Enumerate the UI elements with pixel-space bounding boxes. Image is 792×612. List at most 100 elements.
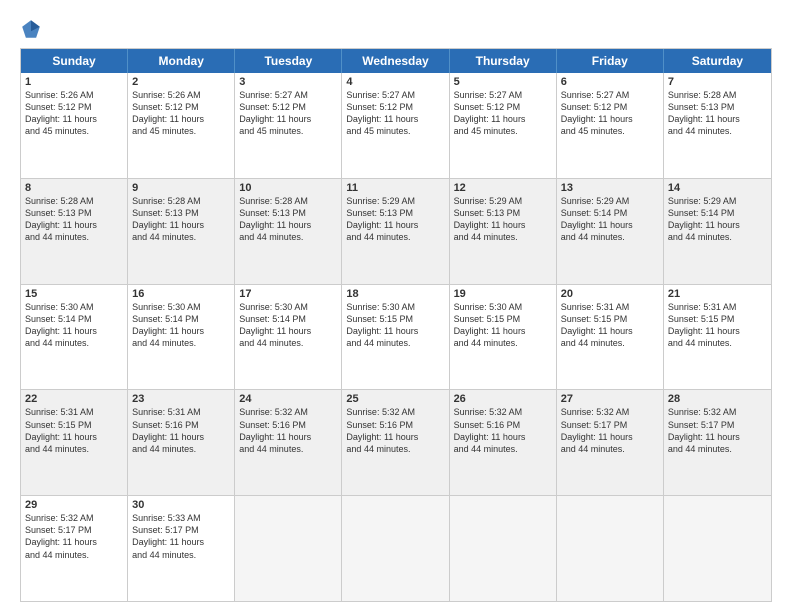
cell-2-3: 18 Sunrise: 5:30 AM Sunset: 5:15 PM Dayli…: [342, 285, 449, 390]
day-number: 20: [561, 288, 659, 300]
cell-3-2: 24 Sunrise: 5:32 AM Sunset: 5:16 PM Dayli…: [235, 390, 342, 495]
day-number: 24: [239, 393, 337, 405]
day-number: 23: [132, 393, 230, 405]
cell-3-1: 23 Sunrise: 5:31 AM Sunset: 5:16 PM Dayli…: [128, 390, 235, 495]
cell-0-2: 3 Sunrise: 5:27 AM Sunset: 5:12 PM Daylig…: [235, 73, 342, 178]
day-info: Sunrise: 5:27 AM Sunset: 5:12 PM Dayligh…: [346, 90, 418, 136]
calendar-header: Sunday Monday Tuesday Wednesday Thursday…: [21, 49, 771, 73]
day-info: Sunrise: 5:33 AM Sunset: 5:17 PM Dayligh…: [132, 513, 204, 559]
day-number: 25: [346, 393, 444, 405]
day-number: 5: [454, 76, 552, 88]
header-tuesday: Tuesday: [235, 49, 342, 73]
cell-2-5: 20 Sunrise: 5:31 AM Sunset: 5:15 PM Dayli…: [557, 285, 664, 390]
day-number: 18: [346, 288, 444, 300]
day-info: Sunrise: 5:30 AM Sunset: 5:14 PM Dayligh…: [25, 302, 97, 348]
day-info: Sunrise: 5:32 AM Sunset: 5:17 PM Dayligh…: [561, 407, 633, 453]
day-info: Sunrise: 5:31 AM Sunset: 5:15 PM Dayligh…: [561, 302, 633, 348]
logo: [20, 18, 46, 40]
day-number: 6: [561, 76, 659, 88]
cell-4-5: [557, 496, 664, 601]
cell-2-2: 17Sunrise: 5:30 AM Sunset: 5:14 PM Dayli…: [235, 285, 342, 390]
cell-1-5: 13Sunrise: 5:29 AM Sunset: 5:14 PM Dayli…: [557, 179, 664, 284]
cell-2-6: 21 Sunrise: 5:31 AM Sunset: 5:15 PM Dayli…: [664, 285, 771, 390]
day-number: 26: [454, 393, 552, 405]
cell-0-3: 4 Sunrise: 5:27 AM Sunset: 5:12 PM Daylig…: [342, 73, 449, 178]
cell-0-1: 2 Sunrise: 5:26 AM Sunset: 5:12 PM Daylig…: [128, 73, 235, 178]
day-info: Sunrise: 5:28 AM Sunset: 5:13 PM Dayligh…: [25, 196, 97, 242]
day-info: Sunrise: 5:29 AM Sunset: 5:13 PM Dayligh…: [454, 196, 526, 242]
day-info: Sunrise: 5:31 AM Sunset: 5:16 PM Dayligh…: [132, 407, 204, 453]
cell-4-6: [664, 496, 771, 601]
cell-3-5: 27Sunrise: 5:32 AM Sunset: 5:17 PM Dayli…: [557, 390, 664, 495]
day-info: Sunrise: 5:32 AM Sunset: 5:16 PM Dayligh…: [454, 407, 526, 453]
day-number: 13: [561, 182, 659, 194]
calendar-row-2: 15 Sunrise: 5:30 AM Sunset: 5:14 PM Dayli…: [21, 284, 771, 390]
cell-4-0: 29 Sunrise: 5:32 AM Sunset: 5:17 PM Dayli…: [21, 496, 128, 601]
day-number: 14: [668, 182, 767, 194]
cell-1-6: 14Sunrise: 5:29 AM Sunset: 5:14 PM Dayli…: [664, 179, 771, 284]
header-wednesday: Wednesday: [342, 49, 449, 73]
day-info: Sunrise: 5:29 AM Sunset: 5:13 PM Dayligh…: [346, 196, 418, 242]
day-number: 21: [668, 288, 767, 300]
logo-icon: [20, 18, 42, 40]
cell-0-0: 1 Sunrise: 5:26 AM Sunset: 5:12 PM Daylig…: [21, 73, 128, 178]
day-info: Sunrise: 5:28 AM Sunset: 5:13 PM Dayligh…: [239, 196, 311, 242]
day-info: Sunrise: 5:30 AM Sunset: 5:15 PM Dayligh…: [454, 302, 526, 348]
day-info: Sunrise: 5:31 AM Sunset: 5:15 PM Dayligh…: [25, 407, 97, 453]
day-number: 15: [25, 288, 123, 300]
day-number: 2: [132, 76, 230, 88]
header-thursday: Thursday: [450, 49, 557, 73]
header: [20, 18, 772, 40]
cell-2-1: 16Sunrise: 5:30 AM Sunset: 5:14 PM Dayli…: [128, 285, 235, 390]
day-info: Sunrise: 5:26 AM Sunset: 5:12 PM Dayligh…: [25, 90, 97, 136]
calendar-body: 1 Sunrise: 5:26 AM Sunset: 5:12 PM Daylig…: [21, 73, 771, 601]
day-number: 1: [25, 76, 123, 88]
header-sunday: Sunday: [21, 49, 128, 73]
cell-3-4: 26 Sunrise: 5:32 AM Sunset: 5:16 PM Dayli…: [450, 390, 557, 495]
header-monday: Monday: [128, 49, 235, 73]
cell-3-0: 22 Sunrise: 5:31 AM Sunset: 5:15 PM Dayli…: [21, 390, 128, 495]
day-number: 9: [132, 182, 230, 194]
cell-4-2: [235, 496, 342, 601]
cell-1-4: 12Sunrise: 5:29 AM Sunset: 5:13 PM Dayli…: [450, 179, 557, 284]
day-number: 8: [25, 182, 123, 194]
day-info: Sunrise: 5:30 AM Sunset: 5:15 PM Dayligh…: [346, 302, 418, 348]
day-info: Sunrise: 5:27 AM Sunset: 5:12 PM Dayligh…: [561, 90, 633, 136]
day-info: Sunrise: 5:27 AM Sunset: 5:12 PM Dayligh…: [454, 90, 526, 136]
day-number: 29: [25, 499, 123, 511]
calendar-row-4: 29 Sunrise: 5:32 AM Sunset: 5:17 PM Dayli…: [21, 495, 771, 601]
calendar-row-0: 1 Sunrise: 5:26 AM Sunset: 5:12 PM Daylig…: [21, 73, 771, 178]
day-info: Sunrise: 5:28 AM Sunset: 5:13 PM Dayligh…: [132, 196, 204, 242]
page: Sunday Monday Tuesday Wednesday Thursday…: [0, 0, 792, 612]
day-info: Sunrise: 5:27 AM Sunset: 5:12 PM Dayligh…: [239, 90, 311, 136]
day-number: 3: [239, 76, 337, 88]
day-info: Sunrise: 5:32 AM Sunset: 5:16 PM Dayligh…: [239, 407, 311, 453]
cell-4-3: [342, 496, 449, 601]
day-number: 4: [346, 76, 444, 88]
header-friday: Friday: [557, 49, 664, 73]
cell-2-4: 19 Sunrise: 5:30 AM Sunset: 5:15 PM Dayli…: [450, 285, 557, 390]
day-number: 11: [346, 182, 444, 194]
calendar-row-1: 8 Sunrise: 5:28 AM Sunset: 5:13 PM Daylig…: [21, 178, 771, 284]
day-number: 22: [25, 393, 123, 405]
day-info: Sunrise: 5:31 AM Sunset: 5:15 PM Dayligh…: [668, 302, 740, 348]
cell-4-4: [450, 496, 557, 601]
day-info: Sunrise: 5:32 AM Sunset: 5:16 PM Dayligh…: [346, 407, 418, 453]
calendar: Sunday Monday Tuesday Wednesday Thursday…: [20, 48, 772, 602]
day-info: Sunrise: 5:30 AM Sunset: 5:14 PM Dayligh…: [132, 302, 204, 348]
day-number: 19: [454, 288, 552, 300]
day-info: Sunrise: 5:26 AM Sunset: 5:12 PM Dayligh…: [132, 90, 204, 136]
day-number: 28: [668, 393, 767, 405]
day-info: Sunrise: 5:28 AM Sunset: 5:13 PM Dayligh…: [668, 90, 740, 136]
cell-1-0: 8 Sunrise: 5:28 AM Sunset: 5:13 PM Daylig…: [21, 179, 128, 284]
day-number: 30: [132, 499, 230, 511]
cell-0-4: 5 Sunrise: 5:27 AM Sunset: 5:12 PM Daylig…: [450, 73, 557, 178]
cell-1-3: 11 Sunrise: 5:29 AM Sunset: 5:13 PM Dayli…: [342, 179, 449, 284]
cell-0-5: 6 Sunrise: 5:27 AM Sunset: 5:12 PM Daylig…: [557, 73, 664, 178]
day-number: 10: [239, 182, 337, 194]
cell-0-6: 7Sunrise: 5:28 AM Sunset: 5:13 PM Daylig…: [664, 73, 771, 178]
cell-2-0: 15 Sunrise: 5:30 AM Sunset: 5:14 PM Dayli…: [21, 285, 128, 390]
calendar-row-3: 22 Sunrise: 5:31 AM Sunset: 5:15 PM Dayli…: [21, 389, 771, 495]
day-info: Sunrise: 5:32 AM Sunset: 5:17 PM Dayligh…: [25, 513, 97, 559]
cell-1-2: 10 Sunrise: 5:28 AM Sunset: 5:13 PM Dayli…: [235, 179, 342, 284]
